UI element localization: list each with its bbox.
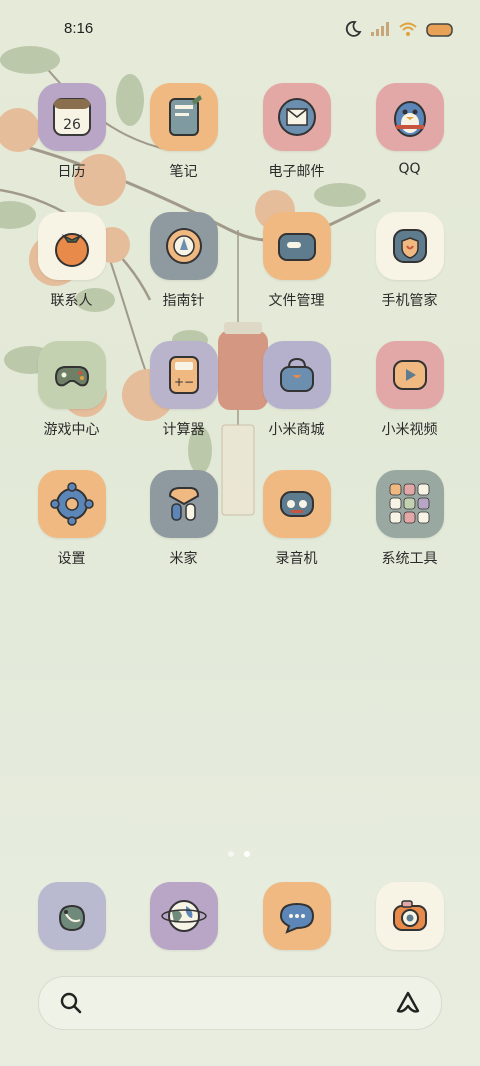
app-notes[interactable]: 笔记 (127, 83, 240, 199)
app-label: 文件管理 (268, 293, 325, 309)
search-icon[interactable] (59, 991, 83, 1019)
video-play-icon (375, 341, 444, 409)
app-security[interactable]: 手机管家 (353, 212, 466, 328)
app-recorder[interactable]: 录音机 (240, 470, 353, 586)
home-icon (149, 470, 218, 538)
signal-strength-icon (370, 21, 390, 41)
app-game-center[interactable]: 游戏中心 (15, 341, 128, 457)
email-icon (262, 83, 331, 151)
search-bar[interactable] (38, 976, 442, 1030)
app-label: 笔记 (169, 164, 198, 180)
page-dot-active[interactable] (244, 851, 250, 857)
status-bar: 8:16 (0, 0, 480, 62)
persimmon-icon (37, 212, 106, 280)
shopping-bag-icon (262, 341, 331, 409)
dock-phone[interactable] (15, 882, 128, 952)
recorder-icon (262, 470, 331, 538)
dock-messages[interactable] (240, 882, 353, 952)
folder-icon (262, 212, 331, 280)
compass-icon (149, 212, 218, 280)
app-label: 小米商城 (268, 422, 325, 438)
folder-grid-icon (375, 470, 444, 538)
dock-camera[interactable] (353, 882, 466, 952)
do-not-disturb-moon-icon (344, 20, 362, 42)
app-settings[interactable]: 设置 (15, 470, 128, 586)
gear-icon (37, 470, 106, 538)
calculator-icon: +− (149, 341, 218, 409)
app-label: 游戏中心 (43, 422, 100, 438)
app-mi-store[interactable]: 小米商城 (240, 341, 353, 457)
app-system-tools[interactable]: 系统工具 (353, 470, 466, 586)
calendar-icon: 26 (37, 83, 106, 151)
status-time: 8:16 (64, 20, 94, 37)
globe-icon (149, 882, 218, 950)
app-files[interactable]: 文件管理 (240, 212, 353, 328)
app-label: 米家 (169, 551, 198, 567)
page-indicator (228, 851, 250, 857)
svg-text:+−: +− (173, 375, 193, 389)
qq-penguin-icon (375, 83, 444, 151)
app-label: 系统工具 (381, 551, 438, 567)
app-label: 指南针 (162, 293, 205, 309)
notes-icon (149, 83, 218, 151)
app-label: 电子邮件 (268, 164, 325, 180)
app-label: 计算器 (162, 422, 205, 438)
app-label: 小米视频 (381, 422, 438, 438)
svg-text:26: 26 (63, 117, 81, 133)
gamepad-icon (37, 341, 106, 409)
battery-icon (426, 22, 454, 41)
phone-icon (37, 882, 106, 950)
app-calendar[interactable]: 26 日历 (15, 83, 128, 199)
app-mi-home[interactable]: 米家 (127, 470, 240, 586)
app-label: 日历 (57, 164, 86, 180)
app-label: 手机管家 (381, 293, 438, 309)
app-qq[interactable]: QQ (353, 83, 466, 199)
app-contacts[interactable]: 联系人 (15, 212, 128, 328)
app-mi-video[interactable]: 小米视频 (353, 341, 466, 457)
home-screen: 8:16 26 日历 笔记 电子邮件 QQ 联系人 指南针 文件管理 手机管家 … (0, 0, 480, 1066)
assistant-icon[interactable] (395, 990, 421, 1020)
app-label: 录音机 (275, 551, 318, 567)
page-dot[interactable] (228, 851, 234, 857)
message-icon (262, 882, 331, 950)
app-compass[interactable]: 指南针 (127, 212, 240, 328)
dock-browser[interactable] (127, 882, 240, 952)
app-calculator[interactable]: +− 计算器 (127, 341, 240, 457)
wifi-icon (398, 21, 418, 41)
app-label: 设置 (57, 551, 86, 567)
app-label: QQ (398, 161, 421, 177)
app-label: 联系人 (50, 293, 93, 309)
camera-icon (375, 882, 444, 950)
shield-icon (375, 212, 444, 280)
app-email[interactable]: 电子邮件 (240, 83, 353, 199)
